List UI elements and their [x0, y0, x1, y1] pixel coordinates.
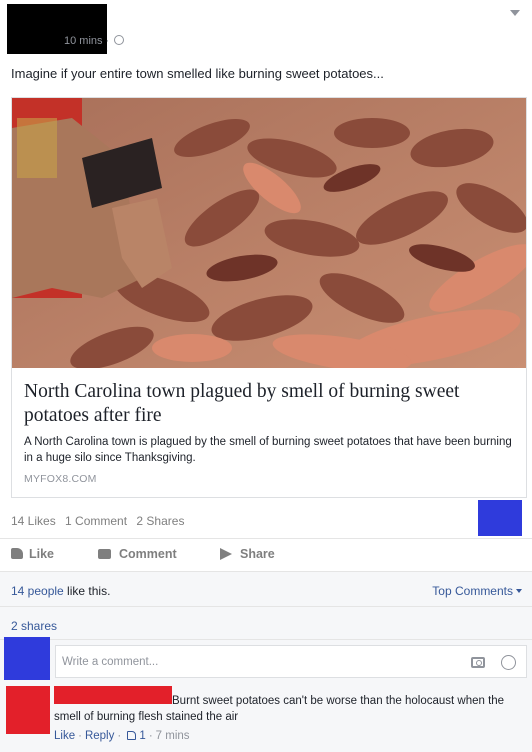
comment-label: Comment — [119, 547, 177, 561]
divider — [0, 639, 532, 640]
top-comments-label: Top Comments — [432, 584, 513, 598]
mini-like-icon — [127, 731, 137, 740]
comment-actions: Like · Reply · 1 · 7 mins — [54, 730, 190, 742]
comment-reply-link[interactable]: Reply — [85, 730, 114, 742]
link-description: A North Carolina town is plagued by the … — [24, 436, 512, 464]
globe-icon[interactable] — [114, 35, 125, 45]
shares-link[interactable]: 2 shares — [11, 619, 57, 633]
comment-like-link[interactable]: Like — [54, 730, 75, 742]
link-info[interactable]: North Carolina town plagued by smell of … — [24, 380, 514, 485]
top-comments-dropdown[interactable]: Top Comments — [432, 584, 522, 598]
likes-people-link[interactable]: 14 people — [11, 584, 64, 598]
sweet-potatoes-photo — [12, 98, 526, 368]
post-time[interactable]: 10 mins — [64, 35, 103, 47]
divider — [0, 606, 532, 607]
redacted-avatar — [478, 500, 522, 536]
like-icon — [11, 548, 23, 559]
comment-input[interactable]: Write a comment... — [55, 645, 527, 678]
link-source: MYFOX8.COM — [24, 473, 97, 485]
smiley-icon[interactable] — [501, 655, 516, 670]
comments-area: 14 people like this. Top Comments 2 shar… — [0, 572, 532, 752]
caret-icon — [516, 589, 522, 593]
comment-icon — [98, 549, 111, 559]
like-label: Like — [29, 547, 55, 561]
comment-like-count[interactable]: 1 — [139, 730, 145, 742]
engagement-stats: 14 Likes 1 Comment 2 Shares — [11, 514, 190, 528]
share-button[interactable]: Share — [220, 547, 275, 561]
post-meta: 10 mins · — [64, 35, 125, 47]
avatar[interactable] — [6, 686, 50, 734]
link-image[interactable] — [12, 98, 526, 368]
likes-summary: 14 people like this. — [11, 584, 110, 598]
camera-icon[interactable] — [471, 657, 485, 668]
shares-count[interactable]: 2 Shares — [136, 514, 184, 528]
share-icon — [220, 548, 232, 560]
post-header: 10 mins · — [0, 0, 532, 60]
action-bar: Like Comment Share — [0, 538, 532, 572]
redacted-commenter-name[interactable] — [54, 686, 172, 704]
likes-count[interactable]: 14 Likes — [11, 514, 56, 528]
comment-button[interactable]: Comment — [98, 547, 177, 561]
likes-summary-rest: like this. — [63, 584, 111, 598]
chevron-down-icon[interactable] — [510, 10, 520, 16]
comments-count[interactable]: 1 Comment — [65, 514, 127, 528]
share-label: Share — [240, 547, 275, 561]
like-button[interactable]: Like — [11, 547, 54, 561]
link-title[interactable]: North Carolina town plagued by smell of … — [24, 380, 514, 428]
post-text: Imagine if your entire town smelled like… — [11, 66, 384, 81]
comment-placeholder: Write a comment... — [62, 656, 159, 668]
avatar — [4, 637, 50, 680]
comment-time[interactable]: 7 mins — [156, 730, 190, 742]
link-card[interactable]: North Carolina town plagued by smell of … — [11, 97, 527, 498]
